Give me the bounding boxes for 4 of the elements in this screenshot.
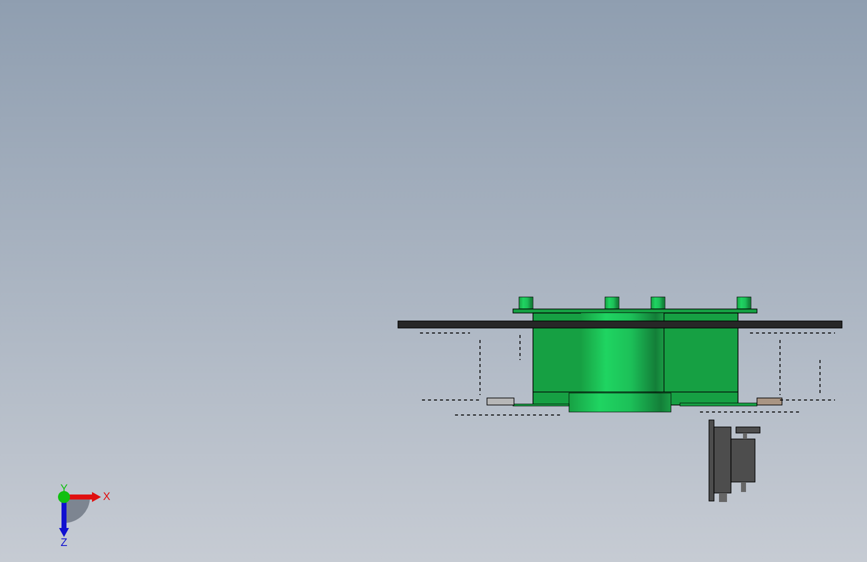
axis-label: Z bbox=[60, 536, 68, 549]
axis-label: X bbox=[103, 490, 110, 503]
axis-label: Y bbox=[60, 482, 68, 495]
triad-shadow bbox=[64, 497, 90, 523]
